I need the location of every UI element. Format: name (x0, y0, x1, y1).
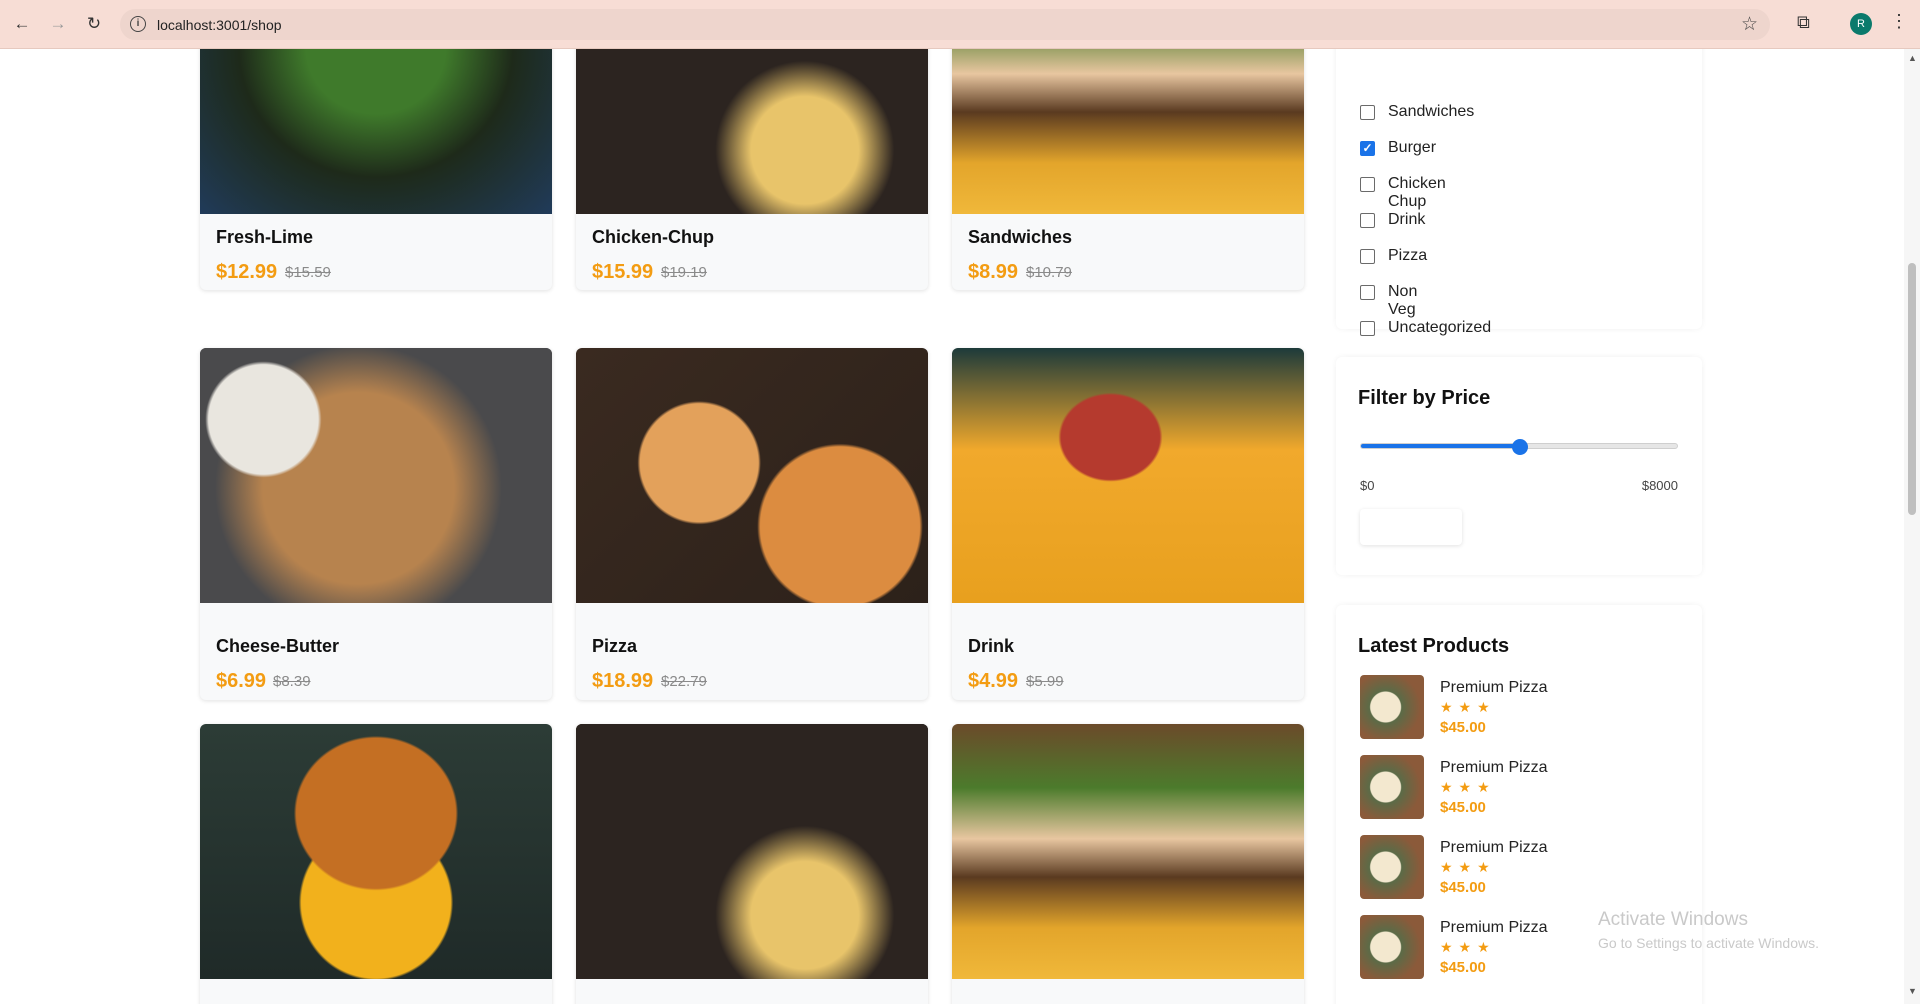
latest-product-name[interactable]: Premium Pizza (1440, 679, 1548, 697)
product-image-pizza[interactable] (576, 348, 928, 603)
category-label[interactable]: Chicken Chup (1388, 175, 1446, 211)
category-label[interactable]: Sandwiches (1388, 103, 1474, 121)
latest-product-item[interactable]: Premium Pizza ★★★ $45.00 (1360, 755, 1680, 821)
category-checkbox[interactable] (1360, 105, 1375, 120)
product-price: $12.99 (216, 261, 278, 283)
product-old-price: $10.79 (1026, 264, 1072, 281)
product-image-salad[interactable] (200, 49, 552, 214)
rating-stars-icon: ★★★ (1440, 939, 1496, 955)
latest-product-price: $45.00 (1440, 959, 1486, 976)
site-info-icon[interactable]: i (130, 16, 146, 32)
product-card[interactable] (200, 724, 552, 1004)
product-old-price: $15.59 (285, 264, 331, 281)
forward-icon[interactable]: → (46, 12, 70, 36)
latest-product-thumbnail[interactable] (1360, 915, 1424, 979)
product-image-fried-chicken[interactable] (576, 724, 928, 979)
price-slider[interactable] (1360, 439, 1678, 455)
latest-product-price: $45.00 (1440, 879, 1486, 896)
address-bar[interactable]: i localhost:3001/shop ☆ (120, 9, 1770, 40)
product-name[interactable]: Sandwiches (968, 227, 1072, 248)
scroll-up-icon[interactable]: ▲ (1908, 53, 1917, 63)
latest-product-price: $45.00 (1440, 719, 1486, 736)
latest-products-title: Latest Products (1358, 635, 1510, 657)
latest-product-thumbnail[interactable] (1360, 835, 1424, 899)
product-name[interactable]: Chicken-Chup (592, 227, 714, 248)
product-price: $4.99 (968, 670, 1019, 692)
product-old-price: $19.19 (661, 264, 707, 281)
profile-avatar[interactable]: R (1850, 13, 1872, 35)
latest-product-item[interactable]: Premium Pizza ★★★ $45.00 (1360, 675, 1680, 741)
filter-button[interactable] (1360, 509, 1462, 545)
category-label[interactable]: Drink (1388, 211, 1425, 229)
product-name[interactable]: Fresh-Lime (216, 227, 313, 248)
product-price: $15.99 (592, 261, 654, 283)
product-card[interactable]: Cheese-Butter $6.99 $8.39 (200, 348, 552, 700)
reload-icon[interactable]: ↻ (82, 12, 106, 36)
product-image-sandwich[interactable] (952, 724, 1304, 979)
product-image-drink[interactable] (952, 348, 1304, 603)
product-old-price: $22.79 (661, 673, 707, 690)
price-filter-title: Filter by Price (1358, 387, 1491, 409)
more-menu-icon[interactable]: ⋮ (1890, 11, 1908, 32)
latest-product-name[interactable]: Premium Pizza (1440, 919, 1548, 937)
product-card[interactable] (952, 724, 1304, 1004)
product-image-cheese-bread[interactable] (200, 348, 552, 603)
product-name[interactable]: Pizza (592, 636, 637, 657)
product-name[interactable]: Drink (968, 636, 1014, 657)
latest-product-price: $45.00 (1440, 799, 1486, 816)
latest-product-name[interactable]: Premium Pizza (1440, 839, 1548, 857)
latest-product-item[interactable]: Premium Pizza ★★★ $45.00 (1360, 835, 1680, 901)
shop-page: Fresh-Lime $12.99 $15.59 Chicken-Chup $1… (0, 49, 1904, 1004)
category-label[interactable]: Non Veg (1388, 283, 1417, 319)
product-image-burger[interactable] (200, 724, 552, 979)
product-image-sandwich[interactable] (952, 49, 1304, 214)
rating-stars-icon: ★★★ (1440, 699, 1496, 715)
product-card[interactable]: Fresh-Lime $12.99 $15.59 (200, 49, 552, 290)
bookmark-star-icon[interactable]: ☆ (1741, 13, 1758, 36)
price-slider-fill (1361, 444, 1520, 448)
extensions-icon[interactable]: ⧉ (1797, 12, 1810, 33)
rating-stars-icon: ★★★ (1440, 859, 1496, 875)
rating-stars-icon: ★★★ (1440, 779, 1496, 795)
product-price: $8.99 (968, 261, 1019, 283)
latest-product-thumbnail[interactable] (1360, 675, 1424, 739)
category-checkbox[interactable] (1360, 177, 1375, 192)
category-checkbox[interactable] (1360, 321, 1375, 336)
browser-toolbar: ← → ↻ i localhost:3001/shop ☆ ⧉ R ⋮ (0, 0, 1920, 49)
price-filter-panel: Filter by Price $0 $8000 (1336, 357, 1702, 575)
category-label[interactable]: Burger (1388, 139, 1436, 157)
product-old-price: $5.99 (1026, 673, 1064, 690)
scroll-down-icon[interactable]: ▼ (1908, 986, 1917, 996)
activation-watermark-subtitle: Go to Settings to activate Windows. (1598, 935, 1819, 951)
latest-product-name[interactable]: Premium Pizza (1440, 759, 1548, 777)
back-icon[interactable]: ← (10, 12, 34, 36)
category-checkbox-checked[interactable]: ✓ (1360, 141, 1375, 156)
price-min-label: $0 (1360, 478, 1375, 493)
product-card[interactable]: Sandwiches $8.99 $10.79 (952, 49, 1304, 290)
activation-watermark-title: Activate Windows (1598, 909, 1748, 930)
product-card[interactable]: Chicken-Chup $15.99 $19.19 (576, 49, 928, 290)
category-checkbox[interactable] (1360, 213, 1375, 228)
category-label[interactable]: Uncategorized (1388, 319, 1491, 337)
price-max-label: $8000 (1641, 478, 1678, 493)
product-card[interactable]: Pizza $18.99 $22.79 (576, 348, 928, 700)
product-price: $18.99 (592, 670, 654, 692)
category-label[interactable]: Pizza (1388, 247, 1427, 265)
category-filter-panel: Sandwiches ✓ Burger Chicken Chup Drink P… (1336, 49, 1702, 336)
url-text[interactable]: localhost:3001/shop (157, 17, 282, 33)
category-checkbox[interactable] (1360, 285, 1375, 300)
product-name[interactable]: Cheese-Butter (216, 636, 339, 657)
scrollbar-thumb[interactable] (1908, 263, 1916, 515)
page-scrollbar[interactable]: ▲ ▼ (1904, 49, 1920, 1004)
category-checkbox[interactable] (1360, 249, 1375, 264)
latest-product-thumbnail[interactable] (1360, 755, 1424, 819)
product-card[interactable]: Drink $4.99 $5.99 (952, 348, 1304, 700)
price-slider-handle[interactable] (1512, 439, 1528, 455)
product-price: $6.99 (216, 670, 267, 692)
product-card[interactable] (576, 724, 928, 1004)
product-image-fried-chicken[interactable] (576, 49, 928, 214)
product-old-price: $8.39 (273, 673, 311, 690)
